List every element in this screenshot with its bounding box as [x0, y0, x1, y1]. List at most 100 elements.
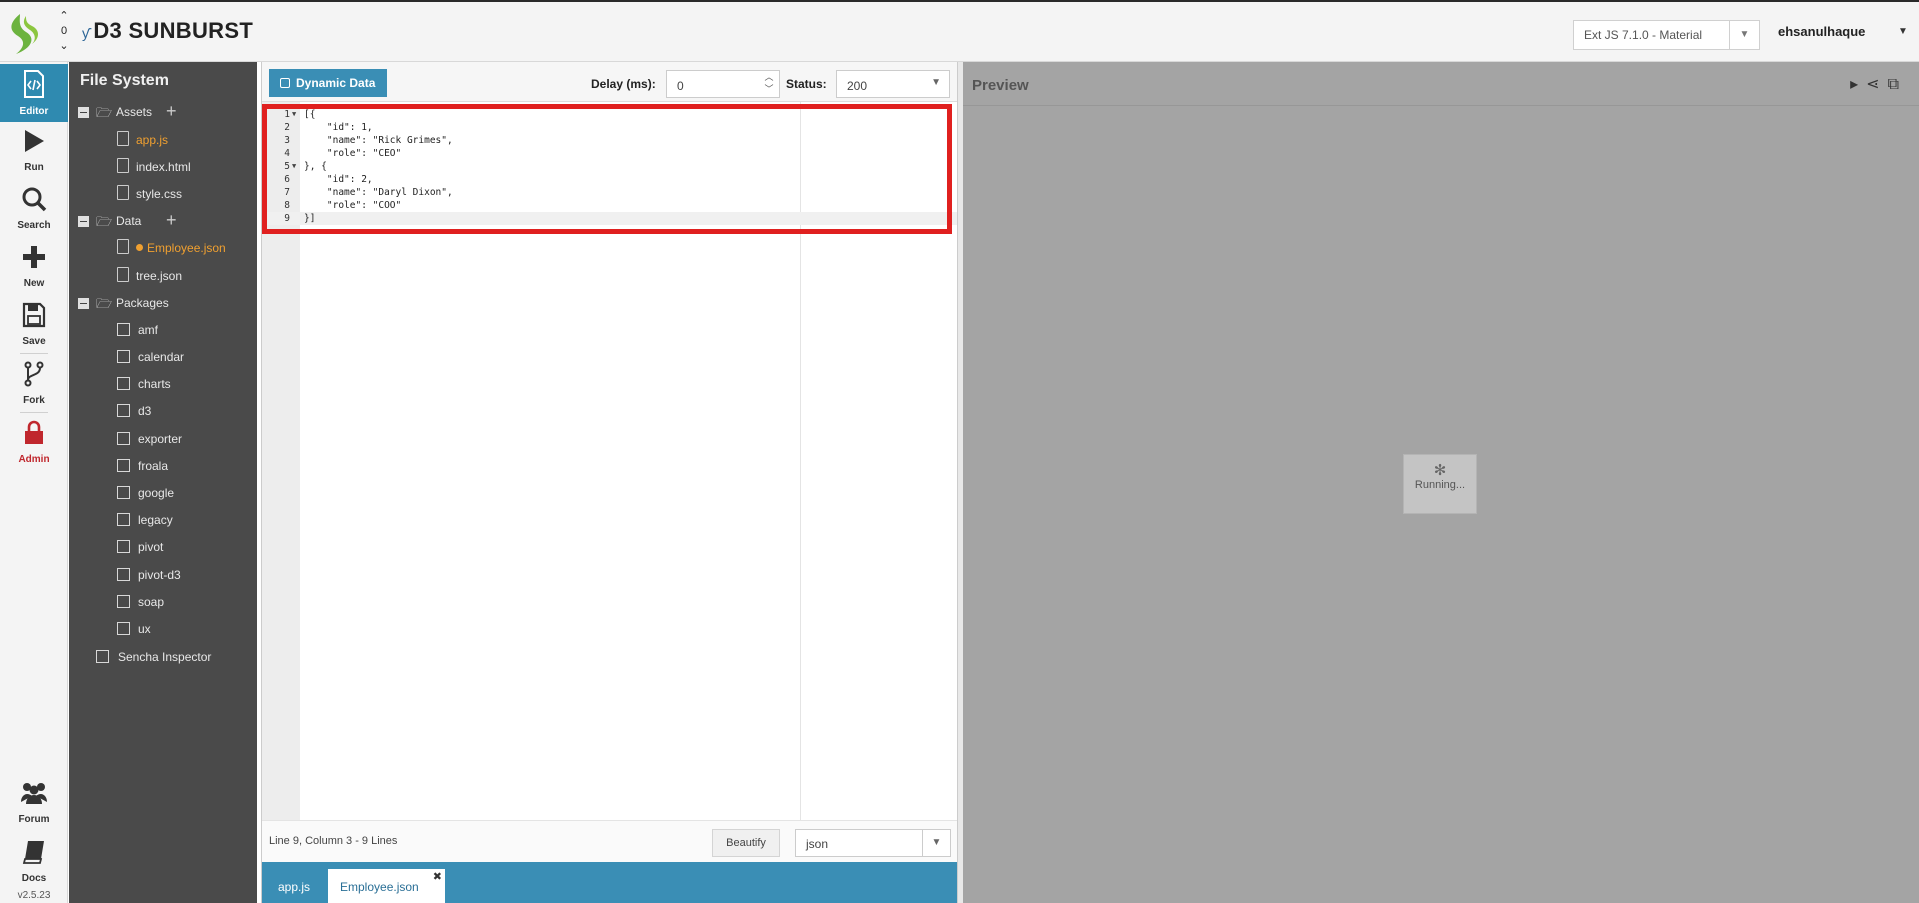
tree-folder-packages[interactable]: 🗁 Packages — [69, 294, 257, 314]
open-external-icon[interactable]: ⧉ — [1888, 76, 1899, 93]
preview-toolbar: ▸ ⋖ ⧉ — [1842, 74, 1899, 94]
package-row[interactable]: soap — [69, 593, 257, 613]
nav-search-button[interactable]: Search — [0, 180, 68, 238]
editor-panel: Dynamic Data Delay (ms): 0 ︿ ﹀ Status: 20… — [261, 62, 958, 903]
tab-employee-json[interactable]: Employee.json ✖ — [328, 869, 445, 903]
collapse-icon[interactable] — [78, 107, 89, 118]
tab-app-js[interactable]: app.js — [266, 869, 328, 903]
chevron-down-icon[interactable]: ▼ — [922, 830, 950, 856]
sencha-inspector-checkbox[interactable] — [96, 650, 109, 663]
file-label: Employee.json — [147, 241, 226, 255]
package-label: amf — [138, 323, 159, 337]
package-row[interactable]: pivot — [69, 538, 257, 558]
tree-file-row[interactable]: Employee.json — [69, 239, 257, 259]
nav-docs-button[interactable]: Docs — [0, 833, 68, 891]
collapse-icon[interactable] — [78, 216, 89, 227]
floppy-icon — [0, 302, 68, 336]
file-icon — [117, 158, 129, 173]
tree-file-row[interactable]: style.css — [69, 185, 257, 205]
delay-label: Delay (ms): — [591, 77, 656, 91]
package-row[interactable]: d3 — [69, 402, 257, 422]
package-row[interactable]: google — [69, 484, 257, 504]
loading-spinner-icon: ✻ — [1433, 462, 1447, 479]
code-editor[interactable]: 1 ▼[{ 2 "id": 1, 3 "name": "Rick Grimes",… — [262, 102, 958, 820]
package-label: ux — [138, 622, 151, 636]
nav-new-label: New — [23, 278, 45, 289]
status-value: 200 — [847, 79, 868, 93]
package-checkbox[interactable] — [117, 622, 130, 635]
package-row[interactable]: ux — [69, 620, 257, 640]
nav-admin-button[interactable]: Admin — [0, 414, 68, 472]
delay-input[interactable]: 0 ︿ ﹀ — [666, 70, 780, 98]
collapse-icon[interactable] — [78, 298, 89, 309]
package-row[interactable]: amf — [69, 321, 257, 341]
nav-save-button[interactable]: Save — [0, 296, 68, 354]
editor-toolbar: Dynamic Data Delay (ms): 0 ︿ ﹀ Status: 20… — [262, 62, 958, 102]
package-checkbox[interactable] — [117, 377, 130, 390]
package-label: charts — [138, 377, 171, 391]
share-icon[interactable]: ⋖ — [1866, 76, 1879, 93]
folder-open-icon: 🗁 — [96, 105, 113, 120]
package-label: d3 — [138, 404, 152, 418]
fork-icon — [0, 361, 68, 395]
folder-label: Assets — [116, 105, 153, 119]
file-label: style.css — [136, 187, 183, 201]
tree-folder-assets[interactable]: 🗁 Assets + — [69, 101, 257, 123]
dynamic-data-button[interactable]: Dynamic Data — [269, 69, 387, 97]
counter-up-icon[interactable]: ⌃ — [56, 10, 72, 22]
nav-forum-button[interactable]: Forum — [0, 774, 68, 832]
dynamic-data-label: Dynamic Data — [296, 76, 376, 90]
spinner-icon[interactable]: ︿ ﹀ — [759, 71, 779, 97]
package-checkbox[interactable] — [117, 323, 130, 336]
package-checkbox[interactable] — [117, 459, 130, 472]
fiddle-counter[interactable]: ⌃ 0 ⌄ — [56, 10, 72, 56]
nav-fork-button[interactable]: Fork — [0, 355, 68, 413]
package-checkbox[interactable] — [117, 350, 130, 363]
package-checkbox[interactable] — [117, 568, 130, 581]
status-select[interactable]: 200 ▼ — [836, 70, 950, 98]
username[interactable]: ehsanulhaque — [1778, 24, 1865, 39]
package-checkbox[interactable] — [117, 540, 130, 553]
tree-folder-data[interactable]: 🗁 Data + — [69, 210, 257, 232]
fiddle-icon: ƴ — [82, 25, 90, 41]
tree-file-row[interactable]: tree.json — [69, 267, 257, 287]
package-label: legacy — [138, 513, 173, 527]
lock-icon — [0, 420, 68, 454]
nav-new-button[interactable]: New — [0, 238, 68, 296]
package-checkbox[interactable] — [117, 404, 130, 417]
package-row[interactable]: froala — [69, 457, 257, 477]
sencha-inspector-row[interactable]: Sencha Inspector — [69, 648, 257, 668]
top-bar: ⌃ 0 ⌄ ƴ D3 SUNBURST Ext JS 7.1.0 - Materi… — [0, 0, 1919, 62]
language-select[interactable]: json ▼ — [795, 829, 951, 857]
package-row[interactable]: legacy — [69, 511, 257, 531]
close-icon[interactable]: ✖ — [433, 870, 442, 883]
file-label: app.js — [136, 133, 169, 147]
package-checkbox[interactable] — [117, 432, 130, 445]
package-checkbox[interactable] — [117, 486, 130, 499]
chevron-down-icon[interactable]: ▼ — [931, 77, 941, 88]
status-label: Status: — [786, 77, 827, 91]
add-file-icon[interactable]: + — [166, 210, 177, 231]
caret-right-icon[interactable]: ▸ — [1850, 76, 1858, 93]
package-row[interactable]: calendar — [69, 348, 257, 368]
package-checkbox[interactable] — [117, 595, 130, 608]
folder-open-icon: 🗁 — [96, 296, 113, 311]
left-nav: Editor Run Search New Save Fork Admin Fo… — [0, 62, 68, 903]
package-row[interactable]: pivot-d3 — [69, 566, 257, 586]
package-row[interactable]: charts — [69, 375, 257, 395]
package-checkbox[interactable] — [117, 513, 130, 526]
editor-status-bar: Line 9, Column 3 - 9 Lines Beautify json… — [262, 820, 958, 862]
tree-file-row[interactable]: app.js — [69, 131, 257, 151]
add-file-icon[interactable]: + — [166, 101, 177, 122]
nav-run-button[interactable]: Run — [0, 122, 68, 180]
framework-version-select[interactable]: Ext JS 7.1.0 - Material ▼ — [1573, 20, 1760, 50]
tree-file-row[interactable]: index.html — [69, 158, 257, 178]
fiddle-title-text: D3 SUNBURST — [93, 18, 254, 43]
beautify-button[interactable]: Beautify — [712, 829, 780, 857]
nav-editor-button[interactable]: Editor — [0, 64, 68, 122]
package-row[interactable]: exporter — [69, 430, 257, 450]
fiddle-title[interactable]: ƴ D3 SUNBURST — [82, 18, 253, 44]
chevron-down-icon[interactable]: ▼ — [1729, 21, 1759, 49]
counter-down-icon[interactable]: ⌄ — [56, 40, 72, 52]
user-menu-chevron-icon[interactable]: ▼ — [1898, 26, 1908, 37]
